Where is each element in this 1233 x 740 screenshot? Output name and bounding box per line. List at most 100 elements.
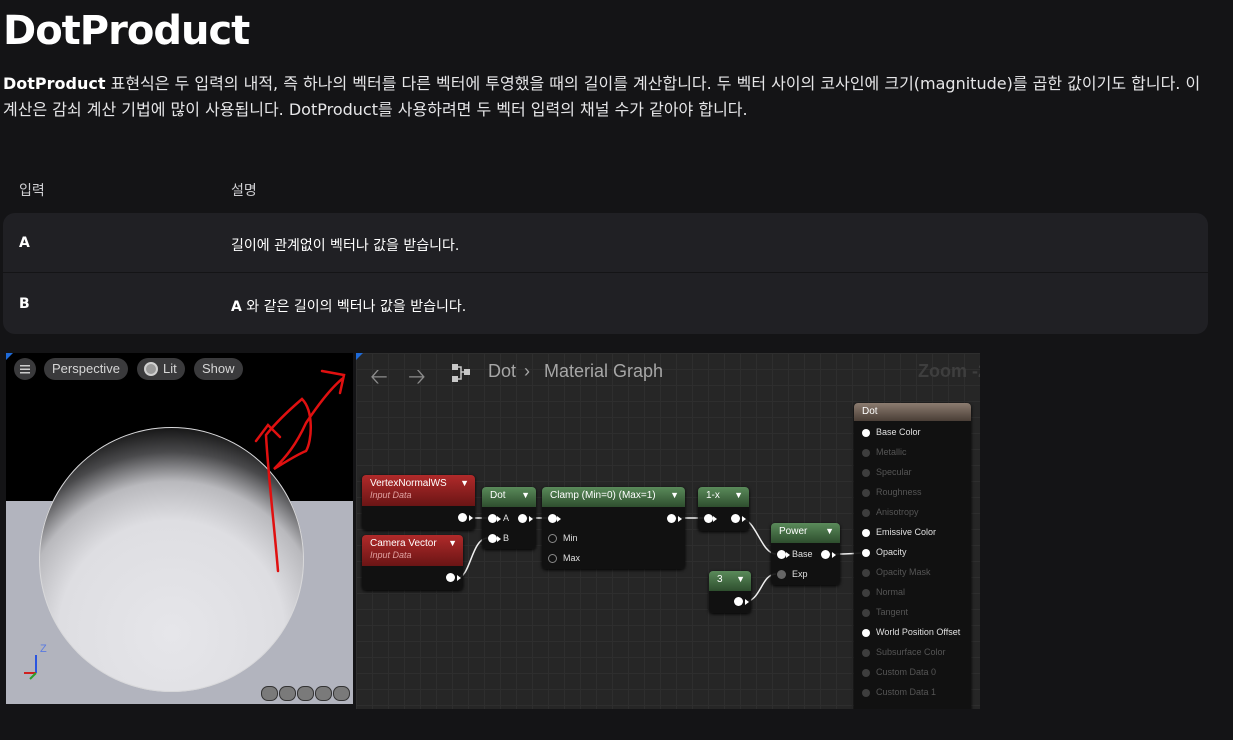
output-pin[interactable] [731, 514, 740, 523]
output-pin[interactable] [734, 597, 743, 606]
node-dot[interactable]: Dot ▼ A B [482, 487, 536, 549]
input-table: A 길이에 관계없이 벡터나 값을 받습니다. B A 와 같은 길이의 벡터나… [3, 213, 1208, 334]
chevron-down-icon[interactable]: ▼ [670, 490, 679, 500]
output-node-pin-row[interactable]: Custom Data 1 [854, 687, 964, 701]
material-graph-editor[interactable]: 🡠 🡢 Dot › Material Graph Zoom -2 VertexN… [356, 353, 980, 709]
output-pin[interactable] [446, 573, 455, 582]
output-node-pin-row[interactable]: Emissive Color [854, 527, 964, 541]
material-input-pin[interactable] [862, 529, 870, 537]
node-camera-vector[interactable]: Camera Vector Input Data ▼ [362, 535, 463, 590]
material-input-pin[interactable] [862, 429, 870, 437]
sphere-icon[interactable] [279, 686, 296, 701]
material-input-pin[interactable] [862, 509, 870, 517]
output-node-pin-row[interactable]: Specular [854, 467, 964, 481]
material-input-label: Emissive Color [876, 527, 937, 537]
node-dot-title: Dot [490, 490, 506, 501]
output-node-pin-row[interactable]: Opacity Mask [854, 567, 964, 581]
node-constant-header: 3 ▼ [709, 571, 751, 591]
chevron-down-icon[interactable]: ▼ [521, 490, 530, 500]
output-arrow-icon [678, 516, 682, 522]
material-preview-viewport[interactable]: Perspective Lit Show Z [6, 353, 353, 704]
input-pin-b[interactable] [488, 534, 497, 543]
row-value: 길이에 관계없이 벡터나 값을 받습니다. [231, 238, 460, 254]
material-input-pin[interactable] [862, 629, 870, 637]
pin-label-exp: Exp [792, 569, 808, 579]
chevron-down-icon[interactable]: ▼ [448, 538, 457, 548]
node-clamp[interactable]: Clamp (Min=0) (Max=1) ▼ Min Max [542, 487, 685, 569]
node-constant-value: 3 [717, 574, 723, 585]
output-arrow-icon [742, 516, 746, 522]
table-header: 입력 설명 [3, 172, 1208, 206]
material-input-pin[interactable] [862, 469, 870, 477]
input-pin-exp[interactable] [777, 570, 786, 579]
material-input-label: Opacity [876, 547, 907, 557]
node-one-minus[interactable]: 1-x ▼ [698, 487, 749, 531]
material-input-label: Subsurface Color [876, 647, 946, 657]
output-node-pin-row[interactable]: Roughness [854, 487, 964, 501]
output-node-pin-row[interactable]: Tangent [854, 607, 964, 621]
cylinder-icon[interactable] [261, 686, 278, 701]
output-node-pin-row[interactable]: Anisotropy [854, 507, 964, 521]
desc-keyword: DotProduct [3, 74, 106, 93]
material-input-pin[interactable] [862, 609, 870, 617]
row-value-text: 와 같은 길이의 벡터나 값을 받습니다. [241, 299, 467, 315]
input-arrow-icon [497, 536, 501, 542]
material-input-pin[interactable] [862, 669, 870, 677]
node-clamp-title: Clamp (Min=0) (Max=1) [550, 490, 656, 501]
chevron-down-icon[interactable]: ▼ [736, 574, 745, 584]
input-pin-base[interactable] [777, 550, 786, 559]
material-input-pin[interactable] [862, 589, 870, 597]
output-node-pin-row[interactable]: World Position Offset [854, 627, 964, 641]
output-node-pin-row[interactable]: Custom Data 0 [854, 667, 964, 681]
input-arrow-icon [713, 516, 717, 522]
output-node-pin-row[interactable]: Subsurface Color [854, 647, 964, 661]
header-description: 설명 [231, 183, 257, 199]
output-node-pin-row[interactable]: Base Color [854, 427, 964, 441]
material-input-pin[interactable] [862, 549, 870, 557]
output-arrow-icon [457, 575, 461, 581]
page-description: DotProduct 표현식은 두 입력의 내적, 즉 하나의 벡터를 다른 벡… [3, 71, 1208, 123]
plane-icon[interactable] [297, 686, 314, 701]
output-pin[interactable] [458, 513, 467, 522]
material-input-label: Specular [876, 467, 912, 477]
input-pin-max[interactable] [548, 554, 557, 563]
output-arrow-icon [529, 516, 533, 522]
pin-label-a: A [503, 513, 510, 523]
output-arrow-icon [469, 515, 473, 521]
cube-icon[interactable] [315, 686, 332, 701]
node-material-output[interactable]: Dot Base Color Metallic Specular Roughness A… [854, 403, 971, 709]
node-power[interactable]: Power ▼ Base Exp [771, 523, 840, 585]
node-constant[interactable]: 3 ▼ [709, 571, 751, 613]
input-pin-min[interactable] [548, 534, 557, 543]
pin-label-max: Max [563, 553, 581, 563]
material-input-pin[interactable] [862, 689, 870, 697]
material-input-label: World Position Offset [876, 627, 961, 637]
node-camera-title: Camera Vector [370, 538, 437, 549]
preview-shape-toolbar [261, 686, 350, 701]
material-input-label: Custom Data 1 [876, 687, 937, 697]
material-input-pin[interactable] [862, 569, 870, 577]
input-pin[interactable] [704, 514, 713, 523]
chevron-down-icon[interactable]: ▼ [460, 478, 469, 488]
desc-text: 표현식은 두 입력의 내적, 즉 하나의 벡터를 다른 벡터에 투영했을 때의 … [3, 74, 1201, 119]
teapot-icon[interactable] [333, 686, 350, 701]
chevron-down-icon[interactable]: ▼ [734, 490, 743, 500]
chevron-down-icon[interactable]: ▼ [825, 526, 834, 536]
output-pin[interactable] [518, 514, 527, 523]
node-one-minus-header: 1-x ▼ [698, 487, 749, 507]
node-vertex-normal-ws[interactable]: VertexNormalWS Input Data ▼ [362, 475, 475, 530]
material-input-label: Normal [876, 587, 906, 597]
input-pin-a[interactable] [488, 514, 497, 523]
node-vertex-subtitle: Input Data [370, 490, 412, 500]
output-node-pin-row[interactable]: Opacity [854, 547, 964, 561]
material-input-pin[interactable] [862, 489, 870, 497]
material-input-pin[interactable] [862, 649, 870, 657]
material-input-pin[interactable] [862, 449, 870, 457]
pin-label-min: Min [563, 533, 578, 543]
output-pin[interactable] [821, 550, 830, 559]
input-pin[interactable] [548, 514, 557, 523]
output-node-pin-row[interactable]: Normal [854, 587, 964, 601]
table-row: A 길이에 관계없이 벡터나 값을 받습니다. [3, 213, 1208, 273]
output-pin[interactable] [667, 514, 676, 523]
output-node-pin-row[interactable]: Metallic [854, 447, 964, 461]
